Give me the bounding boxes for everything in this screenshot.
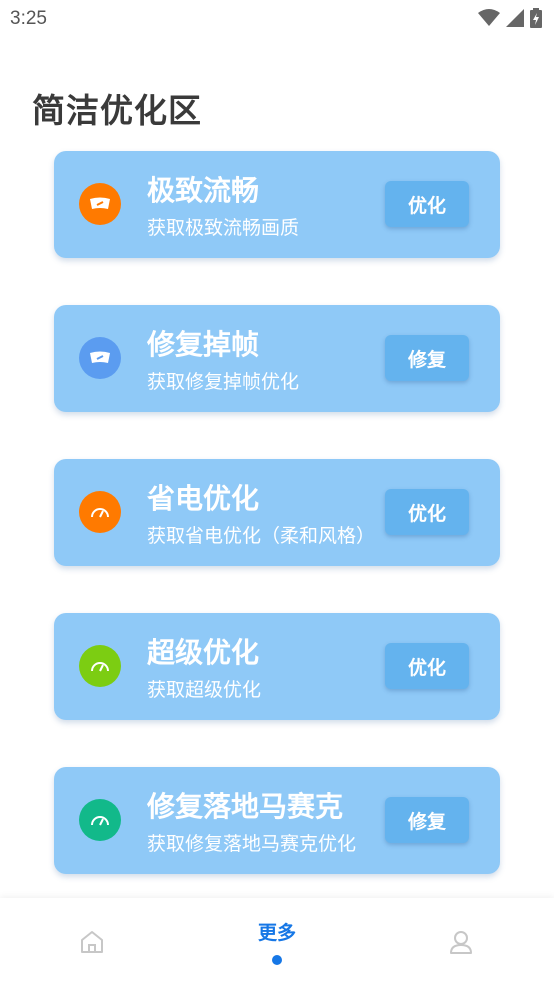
card-icon-circle bbox=[79, 799, 121, 841]
nav-more[interactable]: 更多 bbox=[237, 898, 317, 985]
optimize-button[interactable]: 优化 bbox=[385, 643, 469, 689]
speedometer-icon bbox=[90, 351, 110, 363]
card-subtitle: 获取修复掉帧优化 bbox=[147, 371, 300, 393]
card-icon-circle bbox=[79, 337, 121, 379]
status-bar: 3:25 bbox=[0, 0, 554, 40]
gauge-icon bbox=[91, 816, 109, 826]
optimize-button[interactable]: 优化 bbox=[385, 181, 469, 227]
nav-home[interactable] bbox=[62, 898, 122, 985]
wifi-icon bbox=[478, 9, 500, 31]
card-title: 修复落地马赛克 bbox=[147, 790, 344, 823]
battery-icon bbox=[530, 8, 542, 32]
card-subtitle: 获取修复落地马赛克优化 bbox=[147, 833, 357, 855]
active-indicator-dot bbox=[272, 955, 282, 965]
bottom-nav: 更多 bbox=[0, 898, 554, 985]
status-time: 3:25 bbox=[10, 8, 47, 29]
card-title: 修复掉帧 bbox=[147, 328, 260, 361]
gauge-icon bbox=[91, 662, 109, 672]
card-icon-circle bbox=[79, 183, 121, 225]
status-icons bbox=[478, 8, 542, 32]
optimize-card-fix-mosaic: 修复落地马赛克 获取修复落地马赛克优化 修复 bbox=[54, 767, 500, 874]
fix-button[interactable]: 修复 bbox=[385, 335, 469, 381]
card-title: 极致流畅 bbox=[147, 174, 260, 207]
card-subtitle: 获取超级优化 bbox=[147, 679, 262, 701]
optimize-button[interactable]: 优化 bbox=[385, 489, 469, 535]
nav-profile[interactable] bbox=[431, 898, 491, 985]
profile-icon bbox=[450, 930, 472, 954]
gauge-icon bbox=[91, 508, 109, 518]
card-subtitle: 获取省电优化（柔和风格） bbox=[147, 525, 376, 547]
card-icon-circle bbox=[79, 491, 121, 533]
card-icon-circle bbox=[79, 645, 121, 687]
page-title: 简洁优化区 bbox=[32, 91, 202, 130]
optimize-card-smooth: 极致流畅 获取极致流畅画质 优化 bbox=[54, 151, 500, 258]
fix-button[interactable]: 修复 bbox=[385, 797, 469, 843]
card-subtitle: 获取极致流畅画质 bbox=[147, 217, 300, 239]
optimize-card-super: 超级优化 获取超级优化 优化 bbox=[54, 613, 500, 720]
speedometer-icon bbox=[90, 197, 110, 209]
nav-more-label: 更多 bbox=[257, 922, 296, 944]
signal-icon bbox=[506, 9, 524, 31]
optimize-card-power-save: 省电优化 获取省电优化（柔和风格） 优化 bbox=[54, 459, 500, 566]
home-icon bbox=[81, 930, 103, 953]
card-title: 超级优化 bbox=[147, 636, 260, 669]
optimize-card-fix-frames: 修复掉帧 获取修复掉帧优化 修复 bbox=[54, 305, 500, 412]
card-title: 省电优化 bbox=[147, 482, 260, 515]
